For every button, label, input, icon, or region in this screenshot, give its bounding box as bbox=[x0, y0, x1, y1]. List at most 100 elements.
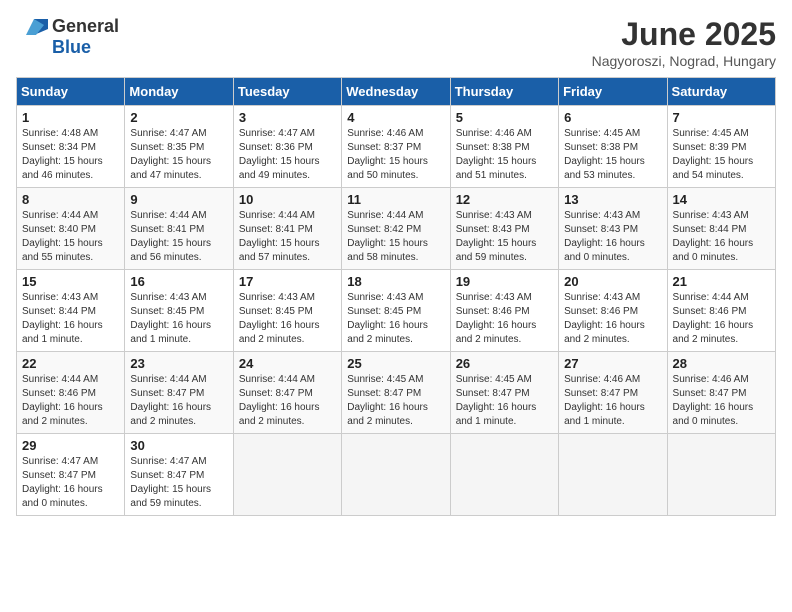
empty-cell bbox=[559, 434, 667, 516]
day-cell-10: 10 Sunrise: 4:44 AM Sunset: 8:41 PM Dayli… bbox=[233, 188, 341, 270]
day-cell-11: 11Sunrise: 4:44 AM Sunset: 8:42 PM Dayli… bbox=[342, 188, 450, 270]
weekday-wednesday: Wednesday bbox=[342, 78, 450, 106]
empty-cell bbox=[667, 434, 775, 516]
day-cell-15: 15 Sunrise: 4:43 AM Sunset: 8:44 PM Dayli… bbox=[17, 270, 125, 352]
day-info: Sunrise: 4:48 AM Sunset: 8:34 PM Dayligh… bbox=[22, 127, 119, 183]
empty-cell bbox=[342, 434, 450, 516]
logo-general-text: General bbox=[52, 16, 119, 37]
day-cell-23: 23 Sunrise: 4:44 AM Sunset: 8:47 PM Dayli… bbox=[125, 352, 233, 434]
day-cell-26: 26 Sunrise: 4:45 AM Sunset: 8:47 PM Dayli… bbox=[450, 352, 558, 434]
month-title: June 2025 bbox=[592, 16, 776, 53]
day-info: Sunrise: 4:43 AM Sunset: 8:44 PM Dayligh… bbox=[673, 209, 770, 265]
day-cell-22: 22Sunrise: 4:44 AM Sunset: 8:46 PM Dayli… bbox=[17, 352, 125, 434]
day-number: 30 bbox=[130, 438, 227, 453]
day-info: Sunrise: 4:43 AM Sunset: 8:43 PM Dayligh… bbox=[564, 209, 661, 265]
day-info: Sunrise: 4:44 AM Sunset: 8:47 PM Dayligh… bbox=[130, 373, 227, 429]
day-info: Sunrise: 4:46 AM Sunset: 8:38 PM Dayligh… bbox=[456, 127, 553, 183]
day-number: 25 bbox=[347, 356, 444, 371]
day-cell-3: 3 Sunrise: 4:47 AM Sunset: 8:36 PM Daylig… bbox=[233, 106, 341, 188]
day-info: Sunrise: 4:45 AM Sunset: 8:47 PM Dayligh… bbox=[347, 373, 444, 429]
day-info: Sunrise: 4:43 AM Sunset: 8:43 PM Dayligh… bbox=[456, 209, 553, 265]
day-number: 29 bbox=[22, 438, 119, 453]
day-cell-20: 20 Sunrise: 4:43 AM Sunset: 8:46 PM Dayli… bbox=[559, 270, 667, 352]
day-cell-19: 19Sunrise: 4:43 AM Sunset: 8:46 PM Dayli… bbox=[450, 270, 558, 352]
day-number: 19 bbox=[456, 274, 553, 289]
day-cell-1: 1 Sunrise: 4:48 AM Sunset: 8:34 PM Daylig… bbox=[17, 106, 125, 188]
day-number: 7 bbox=[673, 110, 770, 125]
day-cell-2: 2Sunrise: 4:47 AM Sunset: 8:35 PM Daylig… bbox=[125, 106, 233, 188]
day-cell-21: 21Sunrise: 4:44 AM Sunset: 8:46 PM Dayli… bbox=[667, 270, 775, 352]
day-number: 10 bbox=[239, 192, 336, 207]
weekday-saturday: Saturday bbox=[667, 78, 775, 106]
day-info: Sunrise: 4:44 AM Sunset: 8:41 PM Dayligh… bbox=[130, 209, 227, 265]
day-info: Sunrise: 4:46 AM Sunset: 8:47 PM Dayligh… bbox=[673, 373, 770, 429]
day-info: Sunrise: 4:44 AM Sunset: 8:40 PM Dayligh… bbox=[22, 209, 119, 265]
weekday-tuesday: Tuesday bbox=[233, 78, 341, 106]
day-cell-12: 12 Sunrise: 4:43 AM Sunset: 8:43 PM Dayli… bbox=[450, 188, 558, 270]
day-cell-25: 25 Sunrise: 4:45 AM Sunset: 8:47 PM Dayli… bbox=[342, 352, 450, 434]
day-info: Sunrise: 4:43 AM Sunset: 8:45 PM Dayligh… bbox=[239, 291, 336, 347]
day-number: 26 bbox=[456, 356, 553, 371]
day-cell-30: 30 Sunrise: 4:47 AM Sunset: 8:47 PM Dayli… bbox=[125, 434, 233, 516]
day-number: 20 bbox=[564, 274, 661, 289]
day-number: 4 bbox=[347, 110, 444, 125]
weekday-thursday: Thursday bbox=[450, 78, 558, 106]
day-number: 28 bbox=[673, 356, 770, 371]
day-cell-9: 9 Sunrise: 4:44 AM Sunset: 8:41 PM Daylig… bbox=[125, 188, 233, 270]
week-row-2: 8 Sunrise: 4:44 AM Sunset: 8:40 PM Daylig… bbox=[17, 188, 776, 270]
logo: General Blue bbox=[16, 16, 119, 58]
day-info: Sunrise: 4:43 AM Sunset: 8:46 PM Dayligh… bbox=[564, 291, 661, 347]
day-number: 8 bbox=[22, 192, 119, 207]
empty-cell bbox=[450, 434, 558, 516]
empty-cell bbox=[233, 434, 341, 516]
day-cell-4: 4 Sunrise: 4:46 AM Sunset: 8:37 PM Daylig… bbox=[342, 106, 450, 188]
day-info: Sunrise: 4:45 AM Sunset: 8:39 PM Dayligh… bbox=[673, 127, 770, 183]
week-row-1: 1 Sunrise: 4:48 AM Sunset: 8:34 PM Daylig… bbox=[17, 106, 776, 188]
day-number: 13 bbox=[564, 192, 661, 207]
title-block: June 2025 Nagyoroszi, Nograd, Hungary bbox=[592, 16, 776, 69]
day-number: 24 bbox=[239, 356, 336, 371]
day-number: 16 bbox=[130, 274, 227, 289]
day-info: Sunrise: 4:46 AM Sunset: 8:47 PM Dayligh… bbox=[564, 373, 661, 429]
day-number: 23 bbox=[130, 356, 227, 371]
day-number: 5 bbox=[456, 110, 553, 125]
day-number: 9 bbox=[130, 192, 227, 207]
day-info: Sunrise: 4:47 AM Sunset: 8:47 PM Dayligh… bbox=[22, 455, 119, 511]
logo-blue-text: Blue bbox=[52, 37, 91, 58]
day-number: 3 bbox=[239, 110, 336, 125]
day-number: 18 bbox=[347, 274, 444, 289]
day-number: 11 bbox=[347, 192, 444, 207]
day-info: Sunrise: 4:43 AM Sunset: 8:45 PM Dayligh… bbox=[130, 291, 227, 347]
calendar-table: SundayMondayTuesdayWednesdayThursdayFrid… bbox=[16, 77, 776, 516]
day-info: Sunrise: 4:44 AM Sunset: 8:46 PM Dayligh… bbox=[22, 373, 119, 429]
day-cell-17: 17Sunrise: 4:43 AM Sunset: 8:45 PM Dayli… bbox=[233, 270, 341, 352]
day-number: 1 bbox=[22, 110, 119, 125]
day-cell-16: 16 Sunrise: 4:43 AM Sunset: 8:45 PM Dayli… bbox=[125, 270, 233, 352]
weekday-sunday: Sunday bbox=[17, 78, 125, 106]
day-info: Sunrise: 4:47 AM Sunset: 8:47 PM Dayligh… bbox=[130, 455, 227, 511]
day-cell-5: 5 Sunrise: 4:46 AM Sunset: 8:38 PM Daylig… bbox=[450, 106, 558, 188]
day-number: 2 bbox=[130, 110, 227, 125]
weekday-friday: Friday bbox=[559, 78, 667, 106]
day-info: Sunrise: 4:43 AM Sunset: 8:45 PM Dayligh… bbox=[347, 291, 444, 347]
page-header: General Blue June 2025 Nagyoroszi, Nogra… bbox=[16, 16, 776, 69]
day-number: 12 bbox=[456, 192, 553, 207]
week-row-5: 29 Sunrise: 4:47 AM Sunset: 8:47 PM Dayli… bbox=[17, 434, 776, 516]
day-cell-7: 7 Sunrise: 4:45 AM Sunset: 8:39 PM Daylig… bbox=[667, 106, 775, 188]
day-info: Sunrise: 4:43 AM Sunset: 8:44 PM Dayligh… bbox=[22, 291, 119, 347]
day-number: 21 bbox=[673, 274, 770, 289]
week-row-3: 15 Sunrise: 4:43 AM Sunset: 8:44 PM Dayli… bbox=[17, 270, 776, 352]
day-info: Sunrise: 4:47 AM Sunset: 8:36 PM Dayligh… bbox=[239, 127, 336, 183]
weekday-monday: Monday bbox=[125, 78, 233, 106]
day-info: Sunrise: 4:46 AM Sunset: 8:37 PM Dayligh… bbox=[347, 127, 444, 183]
day-info: Sunrise: 4:44 AM Sunset: 8:41 PM Dayligh… bbox=[239, 209, 336, 265]
day-cell-28: 28 Sunrise: 4:46 AM Sunset: 8:47 PM Dayli… bbox=[667, 352, 775, 434]
day-number: 15 bbox=[22, 274, 119, 289]
generalblue-icon bbox=[16, 17, 48, 37]
day-cell-8: 8 Sunrise: 4:44 AM Sunset: 8:40 PM Daylig… bbox=[17, 188, 125, 270]
day-info: Sunrise: 4:45 AM Sunset: 8:47 PM Dayligh… bbox=[456, 373, 553, 429]
day-number: 27 bbox=[564, 356, 661, 371]
day-info: Sunrise: 4:44 AM Sunset: 8:47 PM Dayligh… bbox=[239, 373, 336, 429]
day-cell-29: 29 Sunrise: 4:47 AM Sunset: 8:47 PM Dayli… bbox=[17, 434, 125, 516]
weekday-header-row: SundayMondayTuesdayWednesdayThursdayFrid… bbox=[17, 78, 776, 106]
